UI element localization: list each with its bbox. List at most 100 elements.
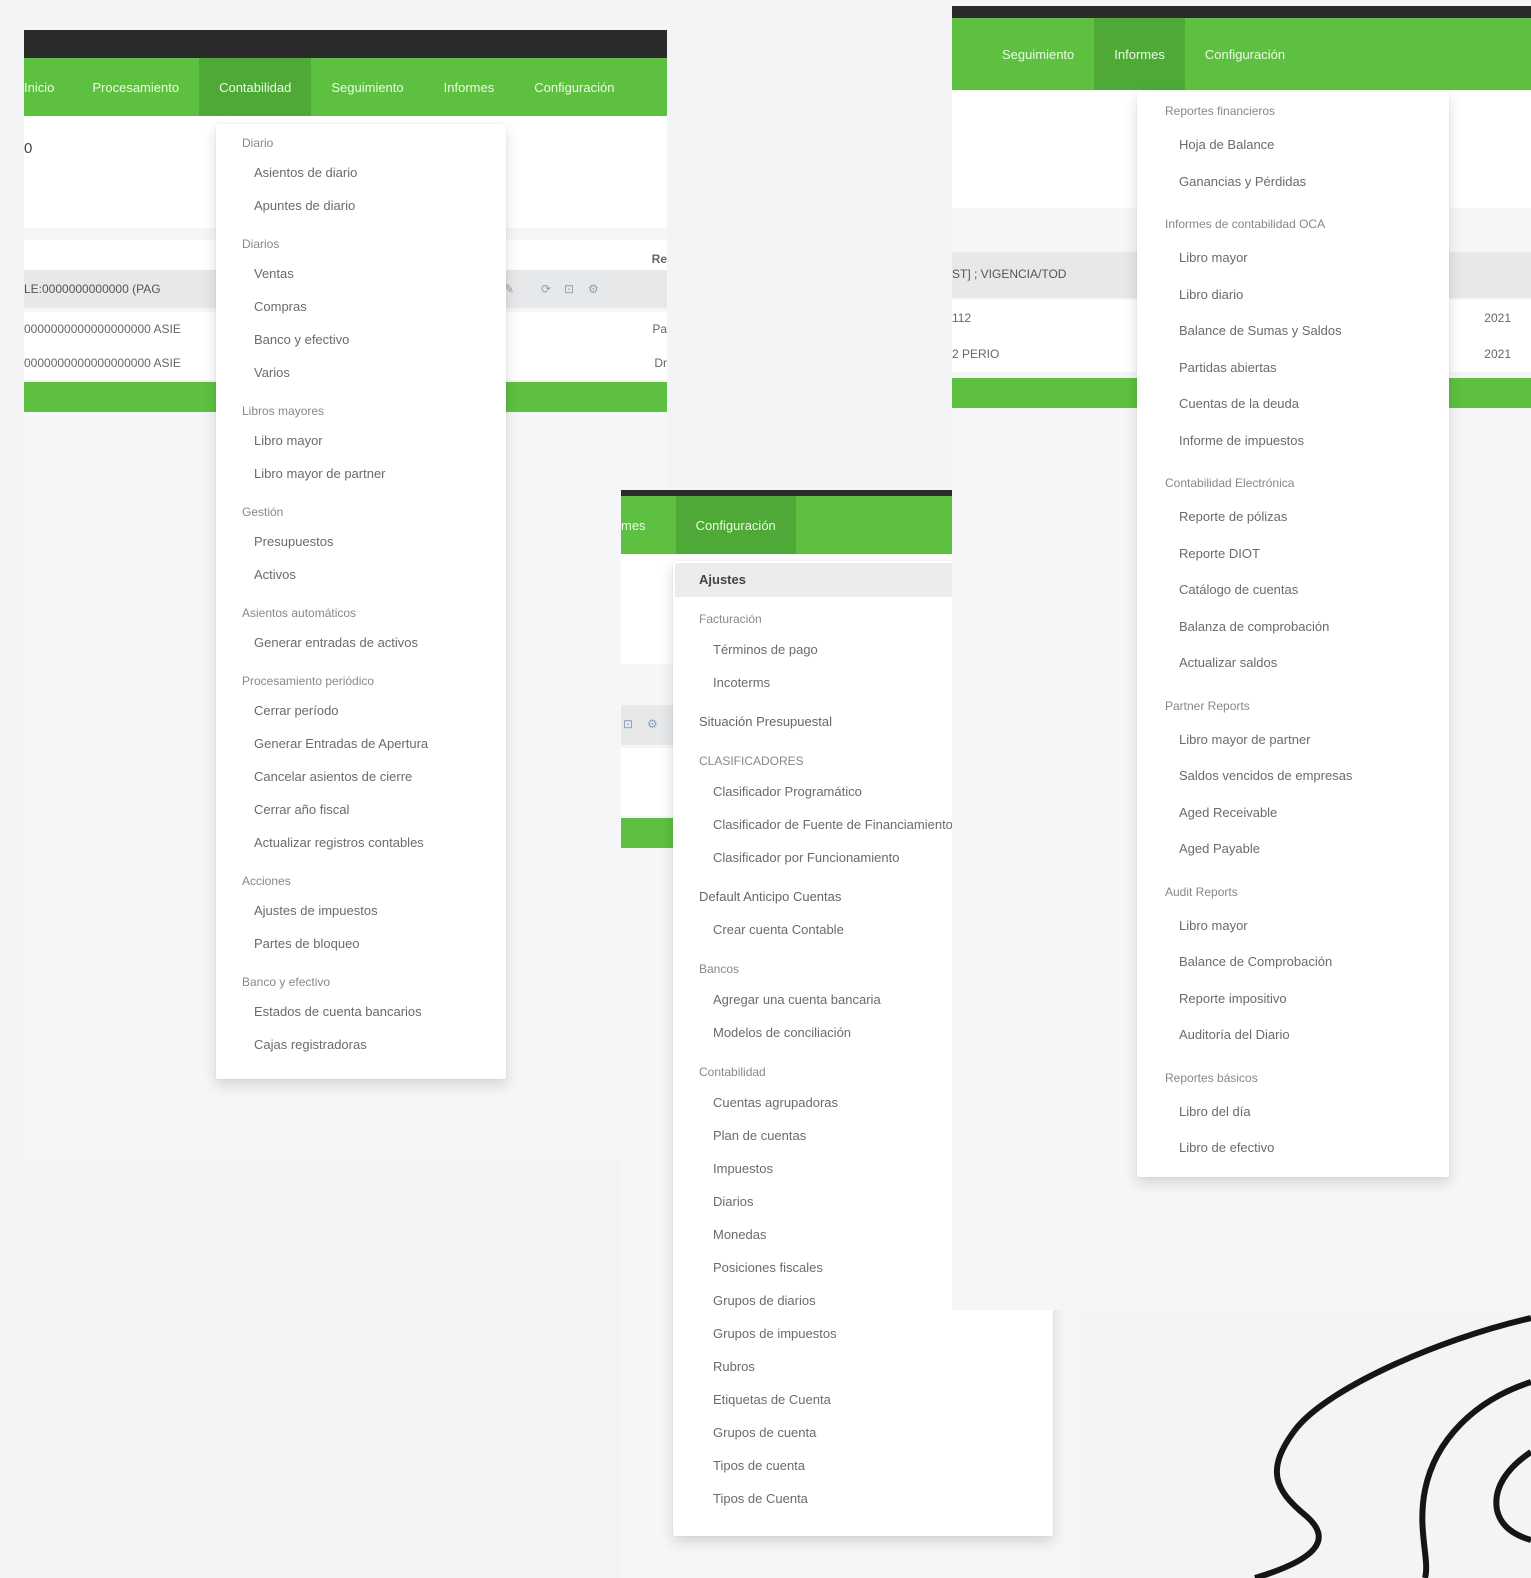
- menu-item[interactable]: Libro diario: [1137, 286, 1449, 304]
- filter-icon[interactable]: ⊡: [564, 282, 574, 296]
- menu-item[interactable]: Libro mayor: [1137, 249, 1449, 267]
- menu-section-header: Reportes básicos: [1165, 1070, 1258, 1085]
- menu-item[interactable]: Compras: [216, 298, 506, 316]
- row-cell: 0000000000000000000 ASIE: [24, 322, 181, 336]
- menu-item[interactable]: Presupuestos: [216, 533, 506, 551]
- nav-tab-contabilidad[interactable]: Contabilidad: [199, 58, 312, 116]
- menu-item[interactable]: Balance de Comprobación: [1137, 953, 1449, 971]
- menu-section-header: Partner Reports: [1165, 698, 1250, 713]
- menu-item[interactable]: Tipos de Cuenta: [673, 1490, 1053, 1508]
- menu-item[interactable]: Etiquetas de Cuenta: [673, 1391, 1053, 1409]
- menu-item[interactable]: Ajustes de impuestos: [216, 902, 506, 920]
- nav-tab-configuracion[interactable]: Configuración: [514, 58, 634, 116]
- browser-top-strip: [952, 6, 1531, 18]
- menu-item[interactable]: Libro mayor: [1137, 917, 1449, 935]
- page-title-fragment: 0: [24, 140, 33, 157]
- row-cell: 2021: [1484, 311, 1511, 325]
- menu-item[interactable]: Asientos de diario: [216, 164, 506, 182]
- nav-tab-configuracion[interactable]: Configuración: [675, 496, 796, 554]
- menu-item[interactable]: Actualizar registros contables: [216, 834, 506, 852]
- nav-tab-label: Inicio: [24, 79, 55, 95]
- menu-item[interactable]: Balanza de comprobación: [1137, 618, 1449, 636]
- menu-item[interactable]: Rubros: [673, 1358, 1053, 1376]
- menu-item[interactable]: Partes de bloqueo: [216, 935, 506, 953]
- menu-item[interactable]: Balance de Sumas y Saldos: [1137, 322, 1449, 340]
- menu-item[interactable]: Grupos de cuenta: [673, 1424, 1053, 1442]
- nav-tab-label: mes: [621, 517, 646, 533]
- menu-section-header: Libros mayores: [242, 404, 325, 418]
- nav-tab-informes[interactable]: Informes: [1094, 18, 1185, 90]
- nav-tab-informes[interactable]: Informes: [424, 58, 515, 116]
- menu-item[interactable]: Tipos de cuenta: [673, 1457, 1053, 1475]
- menu-item[interactable]: Activos: [216, 566, 506, 584]
- menu-section-header: Acciones: [242, 874, 291, 888]
- column-header-fragment: Re: [651, 252, 667, 266]
- menu-section-header: Informes de contabilidad OCA: [1165, 217, 1326, 231]
- menu-item[interactable]: Catálogo de cuentas: [1137, 581, 1449, 599]
- menu-item[interactable]: Reporte de pólizas: [1137, 508, 1449, 526]
- menu-section-header: Contabilidad Electrónica: [1165, 476, 1295, 490]
- menu-item[interactable]: Auditoría del Diario: [1137, 1026, 1449, 1044]
- menu-item[interactable]: Ventas: [216, 265, 506, 283]
- settings-icon[interactable]: ⚙: [588, 282, 599, 296]
- nav-tab-label: Configuración: [1204, 46, 1286, 62]
- menu-section-header: Gestión: [242, 505, 284, 519]
- main-nav-bar: Inicio Procesamiento Contabilidad Seguim…: [24, 58, 667, 116]
- list-group-text: LE:0000000000000 (PAG: [24, 282, 161, 296]
- menu-section-header: Reportes financieros: [1165, 104, 1276, 118]
- menu-item[interactable]: Banco y efectivo: [216, 331, 506, 349]
- menu-item[interactable]: Cuentas de la deuda: [1137, 395, 1449, 413]
- nav-tab-label: Contabilidad: [219, 79, 292, 95]
- list-group-text: ST] ; VIGENCIA/TOD: [952, 267, 1067, 281]
- informes-dropdown-menu: Reportes financieros Hoja de Balance Ganan…: [1137, 92, 1449, 1177]
- filter-icon[interactable]: ⊡: [623, 717, 633, 731]
- menu-item[interactable]: Varios: [216, 364, 506, 382]
- menu-item[interactable]: Cajas registradoras: [216, 1036, 506, 1054]
- menu-item[interactable]: Reporte DIOT: [1137, 545, 1449, 563]
- nav-tab-inicio[interactable]: Inicio: [24, 58, 72, 116]
- settings-icon[interactable]: ⚙: [647, 717, 658, 731]
- menu-item[interactable]: Libro de efectivo: [1137, 1139, 1449, 1157]
- menu-item[interactable]: Cerrar año fiscal: [216, 801, 506, 819]
- menu-item[interactable]: Libro del día: [1137, 1103, 1449, 1121]
- menu-item[interactable]: Ganancias y Pérdidas: [1137, 173, 1449, 191]
- menu-section-header: Audit Reports: [1165, 884, 1238, 899]
- menu-item[interactable]: Libro mayor de partner: [216, 465, 506, 483]
- menu-item[interactable]: Estados de cuenta bancarios: [216, 1003, 506, 1021]
- nav-tab-label: Informes: [443, 79, 495, 95]
- nav-tab-label: Configuración: [534, 79, 615, 95]
- menu-item[interactable]: Apuntes de diario: [216, 197, 506, 215]
- menu-section-header: Banco y efectivo: [242, 975, 331, 989]
- menu-item[interactable]: Cancelar asientos de cierre: [216, 768, 506, 786]
- nav-tab-informes[interactable]: mes: [621, 496, 676, 554]
- menu-item[interactable]: Generar entradas de activos: [216, 634, 506, 652]
- nav-tab-configuracion[interactable]: Configuración: [1185, 18, 1305, 90]
- nav-tab-label: Seguimiento: [1002, 46, 1075, 62]
- menu-section-header: Diarios: [242, 237, 280, 251]
- nav-tab-procesamiento[interactable]: Procesamiento: [72, 58, 199, 116]
- browser-top-strip: [24, 30, 667, 58]
- row-cell: Pa: [652, 322, 667, 336]
- menu-item[interactable]: Aged Payable: [1137, 840, 1449, 858]
- menu-item[interactable]: Informe de impuestos: [1137, 432, 1449, 450]
- menu-item[interactable]: Hoja de Balance: [1137, 136, 1449, 154]
- menu-item[interactable]: Saldos vencidos de empresas: [1137, 767, 1449, 785]
- row-cell: Dr: [654, 356, 667, 370]
- nav-tab-label: Procesamiento: [92, 79, 180, 95]
- decorative-curves: [1254, 1315, 1531, 1578]
- menu-item[interactable]: Aged Receivable: [1137, 804, 1449, 822]
- menu-item[interactable]: Grupos de impuestos: [673, 1325, 1053, 1343]
- menu-section-header: Diario: [242, 136, 274, 150]
- nav-tab-seguimiento[interactable]: Seguimiento: [311, 58, 423, 116]
- menu-item[interactable]: Generar Entradas de Apertura: [216, 735, 506, 753]
- refresh-icon[interactable]: ⟳: [541, 282, 551, 296]
- menu-item[interactable]: Libro mayor de partner: [1137, 731, 1449, 749]
- nav-tab-seguimiento[interactable]: Seguimiento: [952, 18, 1094, 90]
- menu-item[interactable]: Reporte impositivo: [1137, 990, 1449, 1008]
- menu-item[interactable]: Actualizar saldos: [1137, 654, 1449, 672]
- menu-section-header: Procesamiento periódico: [242, 674, 375, 688]
- menu-item[interactable]: Libro mayor: [216, 432, 506, 450]
- nav-tab-label: Configuración: [695, 517, 776, 533]
- menu-item[interactable]: Cerrar período: [216, 702, 506, 720]
- menu-item[interactable]: Partidas abiertas: [1137, 359, 1449, 377]
